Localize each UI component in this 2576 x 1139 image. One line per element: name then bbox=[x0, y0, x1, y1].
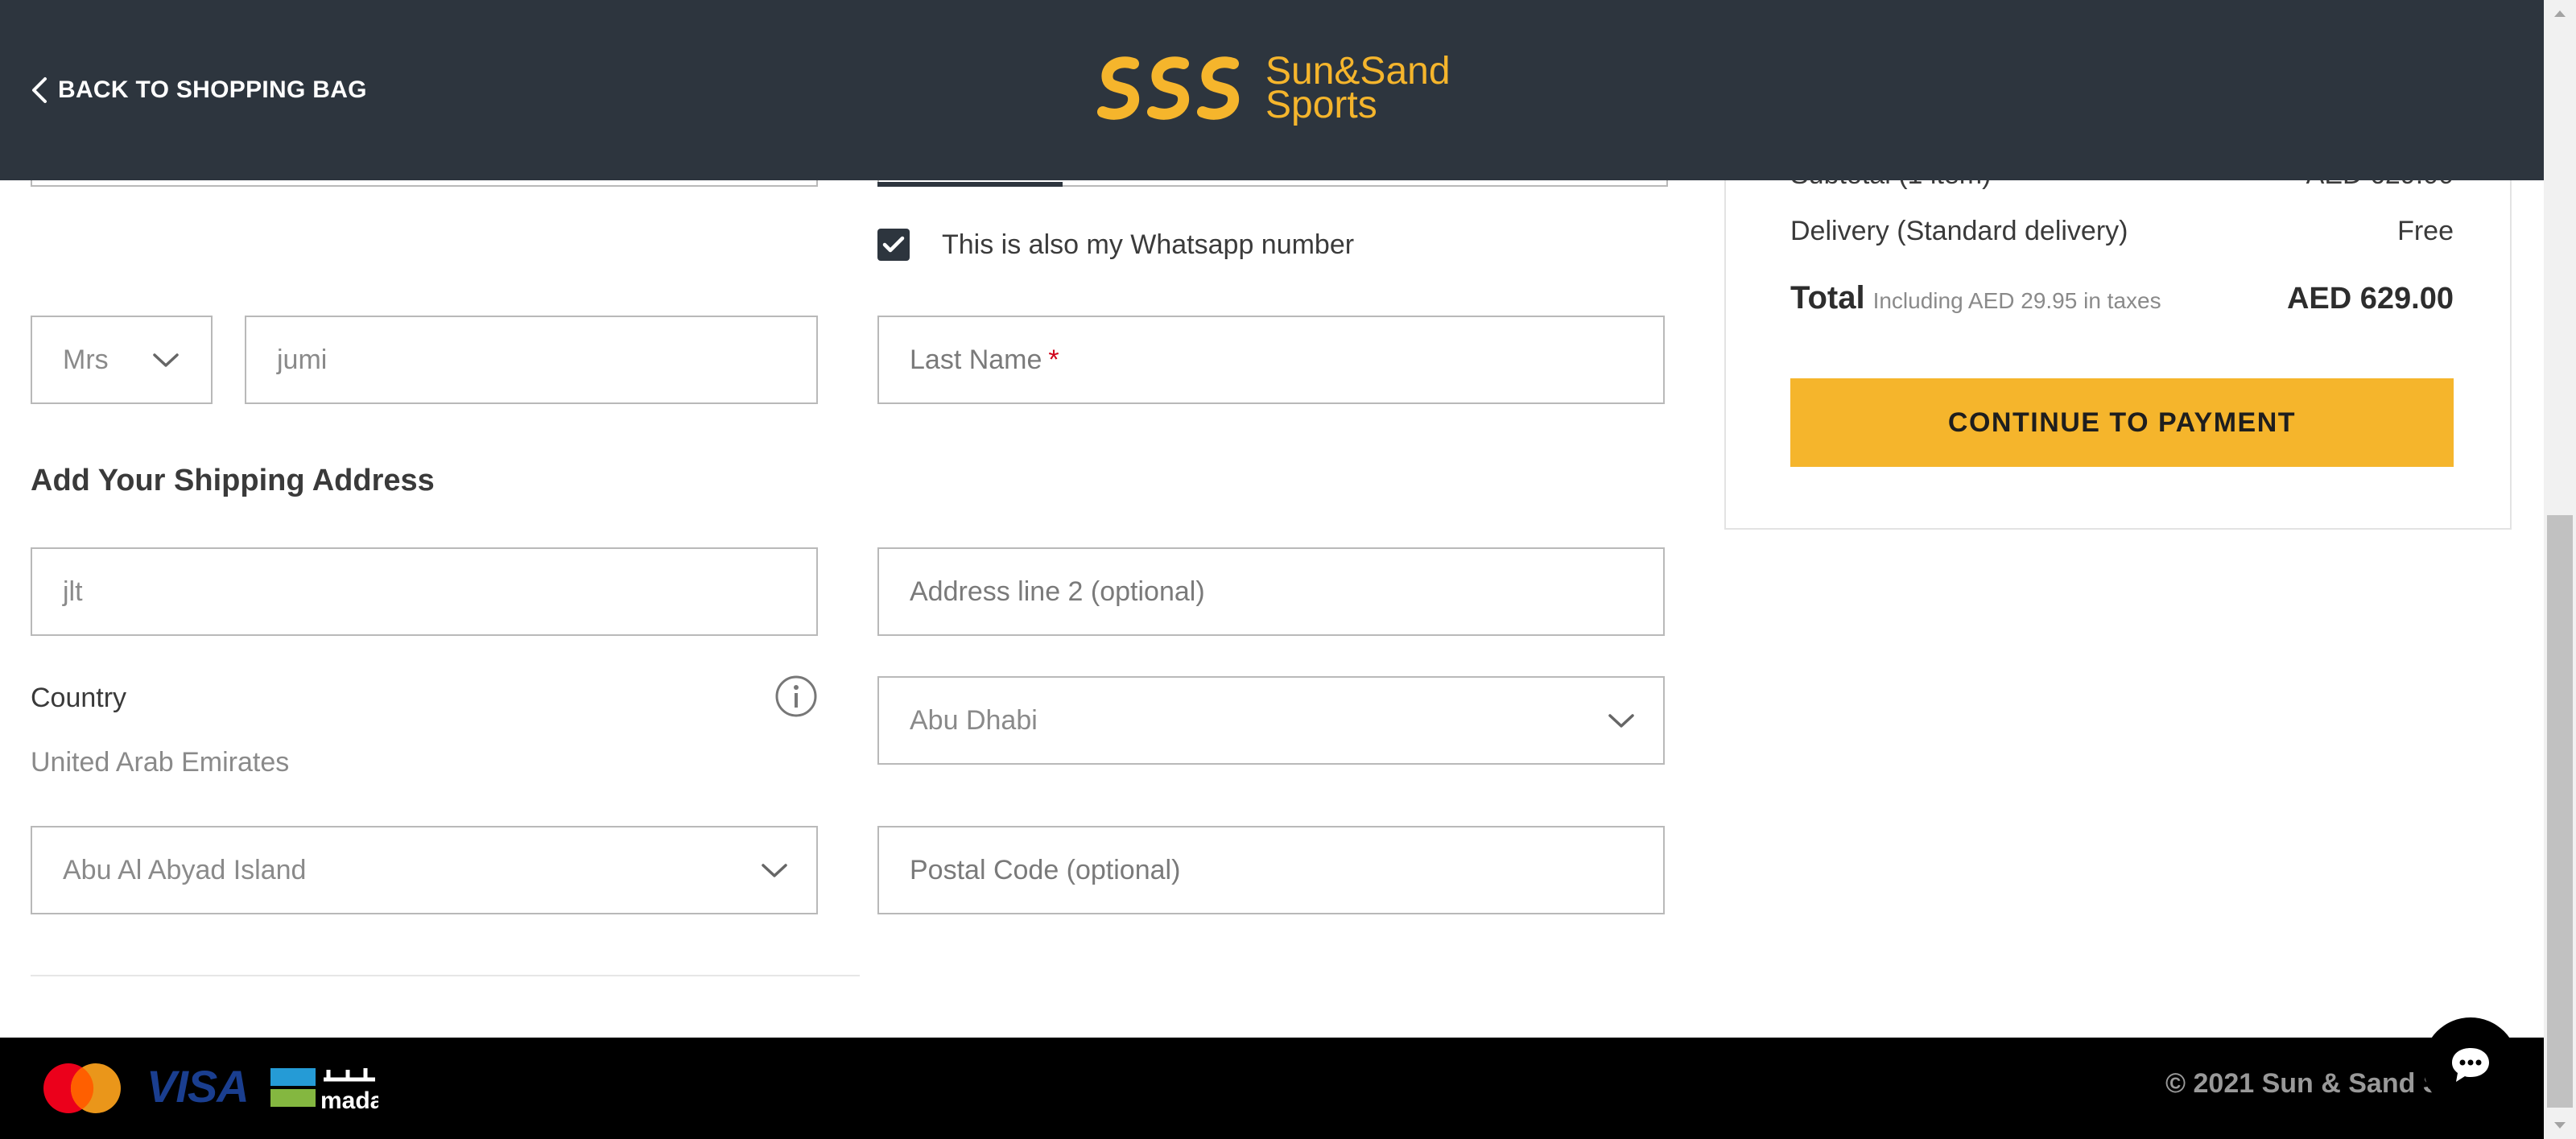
emirate-select[interactable]: Abu Dhabi bbox=[877, 676, 1665, 765]
mada-logo: mada bbox=[270, 1068, 378, 1114]
visa-logo: VISA bbox=[147, 1061, 250, 1112]
delivery-value: Free bbox=[2397, 216, 2454, 246]
scrollbar-thumb[interactable] bbox=[2547, 515, 2573, 1108]
address-line-1-field[interactable]: jlt bbox=[31, 547, 818, 636]
back-link-label: BACK TO SHOPPING BAG bbox=[58, 76, 367, 103]
area-select-value: Abu Al Abyad Island bbox=[63, 854, 307, 885]
first-name-field[interactable]: jumi bbox=[245, 316, 818, 404]
checkout-page: BACK TO SHOPPING BAG Sun&Sand Sports Thi… bbox=[0, 0, 2544, 1139]
address-line-2-placeholder: Address line 2 (optional) bbox=[910, 576, 1205, 607]
triangle-up-icon bbox=[2554, 10, 2566, 17]
required-mark: * bbox=[1048, 344, 1059, 375]
page-scrollbar[interactable] bbox=[2544, 0, 2576, 1139]
emirate-select-value: Abu Dhabi bbox=[910, 704, 1038, 736]
checkmark-icon bbox=[882, 236, 905, 253]
form-divider bbox=[31, 975, 860, 976]
scroll-up-arrow[interactable] bbox=[2544, 0, 2576, 27]
last-name-field[interactable]: Last Name * bbox=[877, 316, 1665, 404]
triangle-down-icon bbox=[2554, 1122, 2566, 1129]
sss-logo-mark bbox=[1097, 56, 1239, 120]
total-row: Total Including AED 29.95 in taxes AED 6… bbox=[1790, 280, 2454, 316]
title-select-value: Mrs bbox=[63, 344, 109, 375]
logo-wordmark: Sun&Sand Sports bbox=[1265, 52, 1451, 126]
country-value: United Arab Emirates bbox=[31, 747, 290, 778]
order-summary: Subtotal (1 item) AED 629.00 Delivery (S… bbox=[1724, 121, 2512, 530]
total-amount: AED 629.00 bbox=[2286, 282, 2454, 316]
last-name-placeholder: Last Name bbox=[910, 344, 1042, 375]
chevron-left-icon bbox=[32, 77, 47, 103]
scroll-down-arrow[interactable] bbox=[2544, 1112, 2576, 1139]
area-select[interactable]: Abu Al Abyad Island bbox=[31, 826, 818, 914]
postal-code-placeholder: Postal Code (optional) bbox=[910, 854, 1181, 885]
info-icon[interactable] bbox=[774, 675, 818, 718]
chevron-down-icon bbox=[762, 864, 787, 877]
whatsapp-checkbox[interactable] bbox=[877, 229, 910, 261]
chevron-down-icon bbox=[1608, 714, 1634, 728]
country-label: Country bbox=[31, 683, 127, 713]
postal-code-field[interactable]: Postal Code (optional) bbox=[877, 826, 1665, 914]
whatsapp-checkbox-row[interactable]: This is also my Whatsapp number bbox=[877, 229, 1354, 261]
address-line-2-field[interactable]: Address line 2 (optional) bbox=[877, 547, 1665, 636]
total-label: Total bbox=[1790, 280, 1865, 316]
delivery-row: Delivery (Standard delivery) Free bbox=[1790, 216, 2454, 247]
checkout-header: BACK TO SHOPPING BAG Sun&Sand Sports bbox=[0, 0, 2544, 180]
address-line-1-value: jlt bbox=[63, 576, 83, 607]
whatsapp-checkbox-label: This is also my Whatsapp number bbox=[942, 229, 1355, 260]
logo-line-2: Sports bbox=[1265, 84, 1377, 126]
chat-icon bbox=[2452, 1048, 2489, 1082]
chevron-down-icon bbox=[153, 353, 179, 367]
chat-button[interactable] bbox=[2423, 1017, 2518, 1112]
title-select[interactable]: Mrs bbox=[31, 316, 213, 404]
first-name-value: jumi bbox=[277, 344, 328, 375]
shipping-address-title: Add Your Shipping Address bbox=[31, 464, 435, 497]
mada-text: mada bbox=[320, 1087, 378, 1114]
sun-and-sand-logo[interactable]: Sun&Sand Sports bbox=[1095, 50, 1451, 127]
total-left: Total Including AED 29.95 in taxes bbox=[1790, 280, 2161, 316]
back-to-bag-link[interactable]: BACK TO SHOPPING BAG bbox=[29, 74, 367, 106]
mastercard-logo bbox=[43, 1063, 121, 1113]
delivery-label: Delivery (Standard delivery) bbox=[1790, 216, 2128, 246]
country-code-underline bbox=[877, 182, 1063, 187]
footer: VISA mada © 2021 Sun & Sand Sports bbox=[0, 1038, 2544, 1139]
continue-to-payment-button[interactable]: CONTINUE TO PAYMENT bbox=[1790, 378, 2454, 467]
tax-note: Including AED 29.95 in taxes bbox=[1872, 288, 2161, 313]
